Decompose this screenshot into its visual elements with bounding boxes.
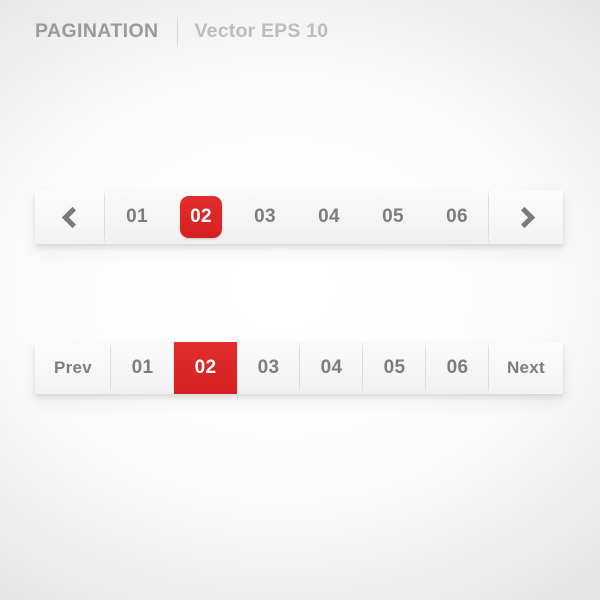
active-page-indicator: 02 <box>180 196 222 238</box>
prev-page-button-text[interactable]: Prev <box>35 342 112 394</box>
page-button-03[interactable]: 03 <box>237 342 301 394</box>
page-button-06[interactable]: 06 <box>426 342 490 394</box>
chevron-right-icon <box>513 206 535 228</box>
page-button-01[interactable]: 01 <box>111 342 175 394</box>
header-divider <box>176 17 178 47</box>
chevron-left-icon <box>61 206 83 228</box>
page-button-04[interactable]: 04 <box>297 190 361 244</box>
page-button-05[interactable]: 05 <box>361 190 425 244</box>
page-button-02-active[interactable]: 02 <box>174 342 237 394</box>
page-title: PAGINATION <box>35 20 159 43</box>
page-button-05[interactable]: 05 <box>363 342 427 394</box>
page-button-06[interactable]: 06 <box>425 190 490 244</box>
page-button-01[interactable]: 01 <box>105 190 169 244</box>
next-page-button[interactable] <box>489 190 563 244</box>
text-pagination-bar: Prev 01 02 03 04 05 06 Next <box>35 342 563 394</box>
page-background <box>0 0 600 600</box>
prev-page-button[interactable] <box>35 190 106 244</box>
page-button-04[interactable]: 04 <box>300 342 364 394</box>
arrow-pagination-bar: 01 02 03 04 05 06 <box>35 190 563 244</box>
page-subtitle: Vector EPS 10 <box>194 20 329 43</box>
page-header: PAGINATION Vector EPS 10 <box>35 16 328 48</box>
page-button-03[interactable]: 03 <box>233 190 297 244</box>
page-button-02-active[interactable]: 02 <box>169 190 233 244</box>
next-page-button-text[interactable]: Next <box>489 342 563 394</box>
